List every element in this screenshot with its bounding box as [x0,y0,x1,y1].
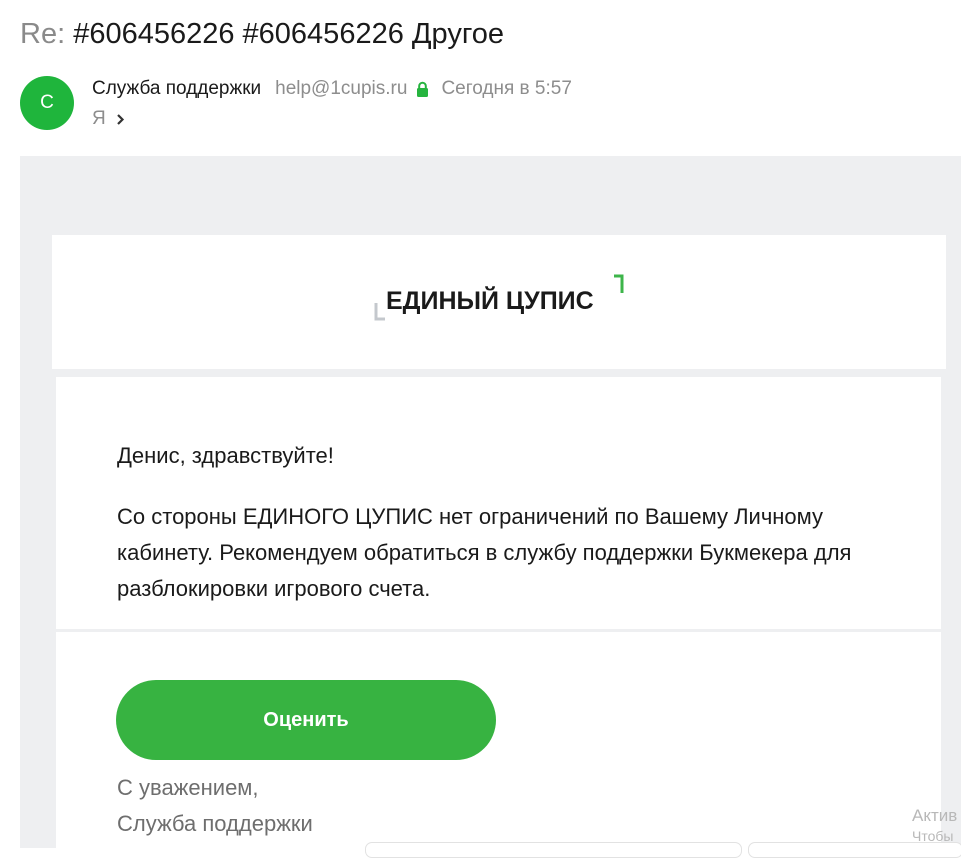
message-text: Со стороны ЕДИНОГО ЦУПИС нет ограничений… [117,504,852,601]
chevron-right-icon [116,113,125,126]
signature-line2: Служба поддержки [117,811,313,836]
watermark-line2: Чтобы [912,828,954,844]
logo-text: ЕДИНЫЙ ЦУПИС [386,285,594,315]
recipient-label: Я [92,108,106,129]
activation-watermark: Актив Чтобы [912,806,961,846]
watermark-line1: Актив [912,806,958,825]
subject-text: #606456226 #606456226 Другое [73,18,505,50]
lock-icon [416,81,429,98]
logo-panel: ЕДИНЫЙ ЦУПИС [52,235,946,369]
sender-avatar[interactable]: С [20,76,74,130]
email-date: Сегодня в 5:57 [441,78,572,99]
subject-prefix: Re: [20,18,66,50]
cupis-logo: ЕДИНЫЙ ЦУПИС [374,274,624,321]
bottom-control[interactable] [365,842,742,858]
recipient-toggle[interactable]: Я [92,106,125,132]
email-subject: Re: #606456226 #606456226 Другое [20,14,504,54]
message-panel: Денис, здравствуйте! Со стороны ЕДИНОГО … [56,377,941,629]
sender-name[interactable]: Служба поддержки [92,78,261,100]
email-body: ЕДИНЫЙ ЦУПИС Денис, здравствуйте! Со сто… [20,156,961,852]
avatar-letter: С [40,92,54,113]
sender-email[interactable]: help@1cupis.ru [275,78,407,100]
sender-line: Служба поддержки help@1cupis.ru Сегодня … [92,76,572,102]
footer-panel: Оценить С уважением, Служба поддержки [56,632,941,852]
rate-button[interactable]: Оценить [116,680,496,760]
signature-line1: С уважением, [117,775,259,800]
greeting: Денис, здравствуйте! [117,443,334,468]
